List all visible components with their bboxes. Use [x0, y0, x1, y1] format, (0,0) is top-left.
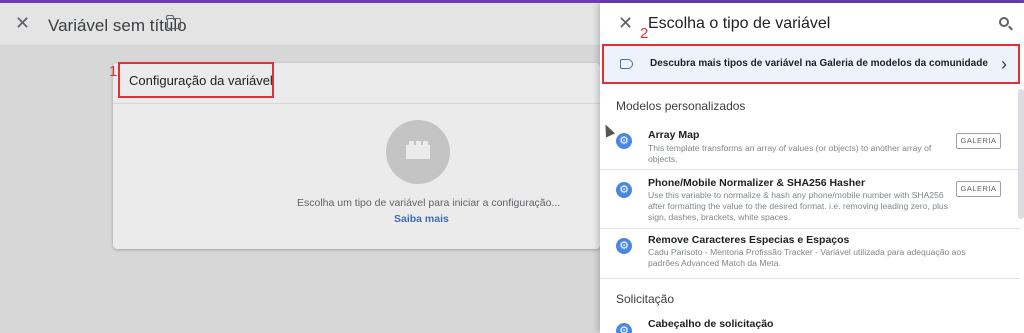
community-gallery-link[interactable]: Descubra mais tipos de variável na Galer… [602, 44, 1020, 84]
gear-icon: ⚙ [616, 238, 632, 254]
item-description: This template transforms an array of val… [648, 143, 932, 164]
gallery-link-label: Descubra mais tipos de variável na Galer… [650, 58, 988, 69]
list-item-remove-special-chars[interactable]: ⚙ Remove Caracteres Especias e Espaços C… [600, 229, 1020, 271]
choose-type-prompt: Escolha um tipo de variável para iniciar… [297, 197, 561, 209]
gear-icon: ⚙ [616, 133, 632, 149]
annotation-box-1 [118, 62, 274, 98]
variable-type-panel: ✕ Escolha o tipo de variável Descubra ma… [600, 3, 1024, 333]
list-item-request-header[interactable]: ⚙ Cabeçalho de solicitação [600, 315, 1020, 333]
gear-icon: ⚙ [616, 182, 632, 198]
section-title-request: Solicitação [616, 292, 675, 306]
annotation-number-2: 2 [640, 25, 649, 42]
item-name: Array Map [648, 129, 700, 141]
list-item-array-map[interactable]: ⚙ Array Map This template transforms an … [600, 125, 1020, 169]
panel-title: Escolha o tipo de variável [648, 15, 831, 32]
item-name: Remove Caracteres Especias e Espaços [648, 234, 850, 246]
list-item-phone-normalizer[interactable]: ⚙ Phone/Mobile Normalizer & SHA256 Hashe… [600, 170, 1020, 228]
editor-header: ✕ Variável sem título [0, 3, 600, 45]
item-name: Phone/Mobile Normalizer & SHA256 Hasher [648, 177, 866, 189]
divider [600, 278, 1020, 279]
brick-icon [406, 141, 430, 159]
close-icon[interactable]: ✕ [15, 14, 30, 32]
variable-type-placeholder[interactable] [386, 120, 450, 184]
item-description: Cadu Parisoto - Mentoria Profissão Track… [648, 247, 966, 268]
gear-icon: ⚙ [616, 323, 632, 333]
gallery-badge[interactable]: GALERIA [956, 133, 1001, 149]
scrollbar[interactable] [1018, 89, 1024, 219]
item-description: Use this variable to normalize & hash an… [648, 190, 948, 222]
gallery-badge[interactable]: GALERIA [956, 181, 1001, 197]
learn-more-link[interactable]: Saiba mais [394, 213, 449, 225]
tag-icon [620, 59, 633, 69]
annotation-number-1: 1 [109, 63, 118, 80]
folder-icon[interactable] [166, 15, 181, 29]
item-name: Cabeçalho de solicitação [648, 318, 774, 330]
divider [113, 103, 600, 104]
section-title-custom-templates: Modelos personalizados [616, 99, 746, 113]
chevron-right-icon: › [1001, 54, 1007, 74]
close-icon[interactable]: ✕ [618, 14, 633, 32]
search-icon[interactable] [999, 17, 1009, 27]
